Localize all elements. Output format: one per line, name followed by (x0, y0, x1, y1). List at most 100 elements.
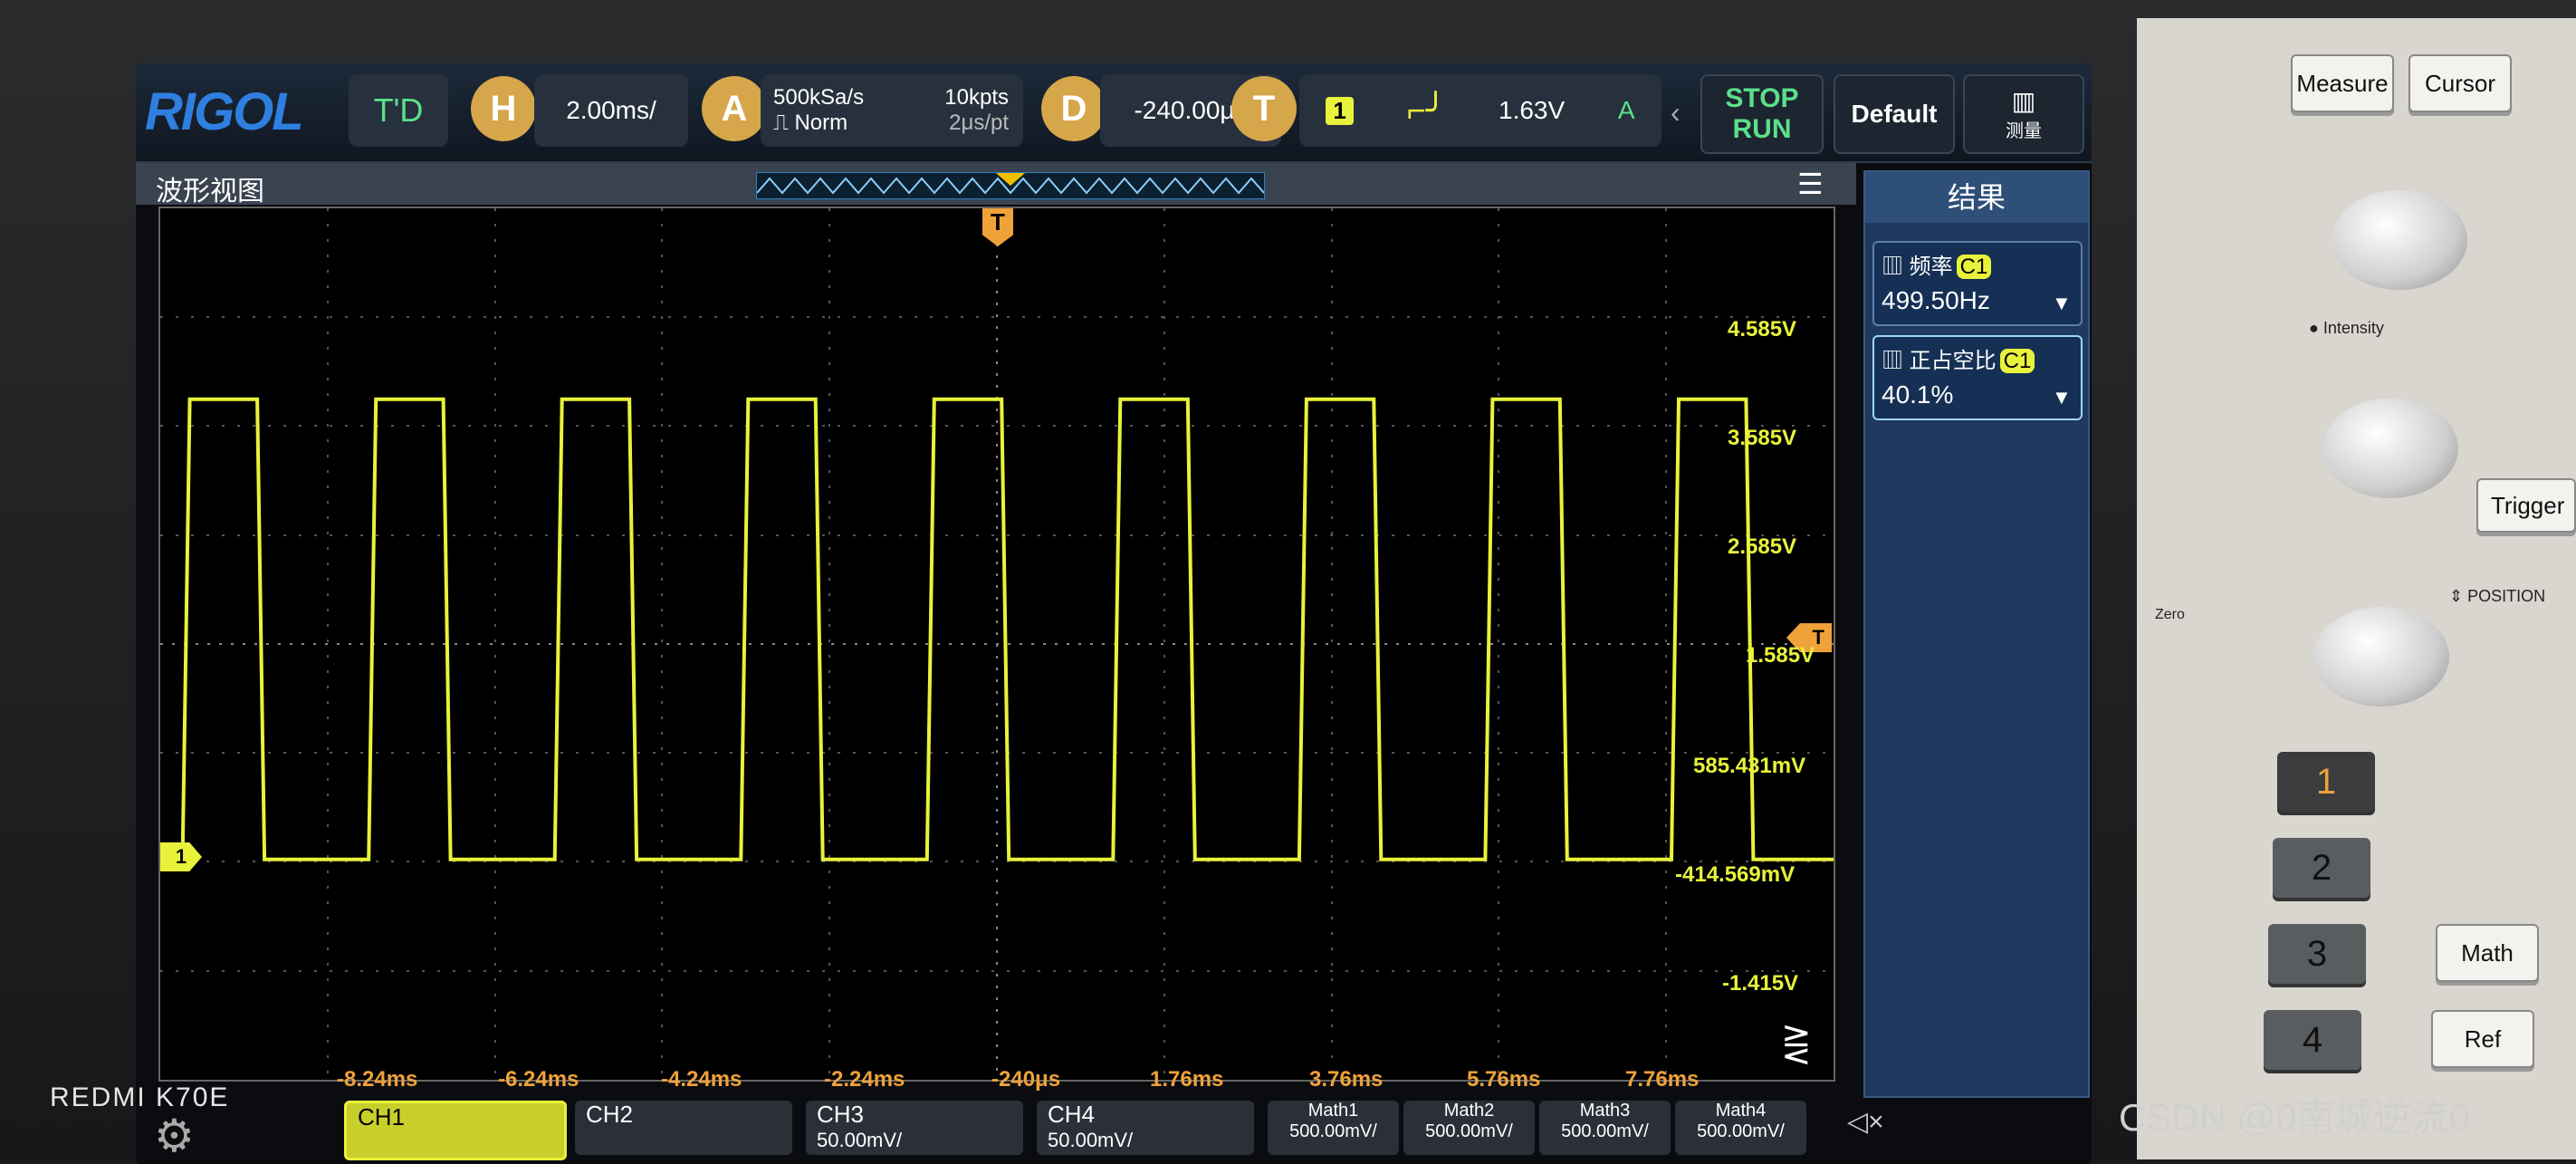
waveform-title-bar: 波形视图 ☰ (136, 163, 1856, 207)
menu-icon[interactable]: ☰ (1797, 167, 1824, 201)
run-label: RUN (1732, 114, 1792, 144)
result-duty-header: ▥ 正占空比 C1 (1882, 342, 2035, 374)
t-label: 5.76ms (1467, 1067, 1541, 1092)
memory-overview-wave (756, 173, 1265, 195)
zero-label: Zero (2155, 607, 2185, 622)
ch4-scale: 50.00mV/ (1048, 1129, 1134, 1151)
acquire-mode-label: Norm (794, 111, 848, 135)
result-frequency-channel: C1 (1956, 255, 1992, 279)
math3-scale: 500.00mV/ (1561, 1121, 1649, 1141)
ch3-label: CH3 (817, 1101, 865, 1128)
ch2-button[interactable]: 2 (2273, 838, 2370, 898)
trigger-source: 1 (1326, 96, 1354, 125)
acquire-icon[interactable]: A (702, 76, 767, 141)
position-label: ⇕ POSITION (2449, 587, 2546, 605)
mute-icon[interactable]: ◁× (1847, 1106, 1884, 1138)
csdn-watermark: CSDN @0南城逆流0 (2119, 1096, 2471, 1139)
math2-scale: 500.00mV/ (1425, 1121, 1513, 1141)
vertical-position-knob[interactable] (2313, 607, 2449, 707)
math2-tab[interactable]: Math2 500.00mV/ (1403, 1101, 1535, 1155)
ch4-button[interactable]: 4 (2264, 1010, 2361, 1070)
math4-tab[interactable]: Math4 500.00mV/ (1675, 1101, 1806, 1155)
oscilloscope-screen: RIGOL T'D H 2.00ms/ A 500kSa/s 10kpts ⎍ … (136, 63, 2092, 1164)
default-button[interactable]: Default (1834, 74, 1955, 154)
result-frequency[interactable]: ▥ 频率 C1 499.50Hz ▼ (1872, 241, 2083, 326)
rising-edge-icon: ⌐╯ (1406, 91, 1446, 129)
position-text: POSITION (2467, 587, 2546, 605)
gear-icon[interactable]: ⚙ (154, 1110, 195, 1162)
ch1-tab[interactable]: CH1 (344, 1101, 567, 1160)
trigger-level: 1.63V (1499, 96, 1566, 124)
stop-label: STOP (1725, 83, 1799, 113)
memory-depth: 10kpts (944, 85, 1009, 110)
t-label: 3.76ms (1309, 1067, 1384, 1092)
measure-panel-button[interactable]: Measure (2291, 54, 2394, 112)
multipurpose-knob-1[interactable] (2332, 190, 2467, 290)
chevron-down-icon[interactable]: ▼ (2052, 386, 2072, 409)
result-frequency-name: 频率 (1909, 255, 1953, 279)
graticule (160, 208, 1834, 1080)
ch4-tab[interactable]: CH4 50.00mV/ (1037, 1101, 1254, 1155)
ref-panel-button[interactable]: Ref (2431, 1010, 2534, 1068)
math1-label: Math1 (1307, 1101, 1359, 1121)
top-status-bar: RIGOL T'D H 2.00ms/ A 500kSa/s 10kpts ⎍ … (136, 63, 2092, 163)
results-panel: 结果 ▥ 频率 C1 499.50Hz ▼ ▥ 正占空比 C1 40.1% ▼ (1863, 170, 2090, 1098)
math4-scale: 500.00mV/ (1697, 1121, 1785, 1141)
expand-icon[interactable]: ⋛ (1781, 1024, 1812, 1065)
delay-value: -240.00μs (1134, 96, 1248, 124)
math1-tab[interactable]: Math1 500.00mV/ (1268, 1101, 1399, 1155)
result-frequency-value: 499.50Hz (1882, 286, 1990, 314)
t-label: -240μs (991, 1067, 1061, 1092)
chevron-left-icon[interactable]: ‹ (1671, 96, 1681, 130)
ch4-label: CH4 (1048, 1101, 1096, 1128)
math2-label: Math2 (1443, 1101, 1495, 1121)
acquire-readout[interactable]: 500kSa/s 10kpts ⎍ Norm 2μs/pt (761, 74, 1023, 147)
front-panel: Measure Cursor ● Intensity Trigger ⇕ POS… (2137, 18, 2576, 1159)
results-title: 结果 (1865, 172, 2088, 223)
memory-overview-bar[interactable] (756, 172, 1265, 199)
intensity-label: ● Intensity (2309, 319, 2384, 337)
math-panel-button[interactable]: Math (2436, 924, 2539, 982)
ch3-tab[interactable]: CH3 50.00mV/ (806, 1101, 1023, 1155)
ch1-button[interactable]: 1 (2277, 752, 2375, 812)
timebase-value: 2.00ms/ (566, 96, 656, 124)
t-label: -6.24ms (498, 1067, 579, 1092)
timebase-mode-badge[interactable]: T'D (349, 74, 448, 147)
t-label: -2.24ms (824, 1067, 905, 1092)
multipurpose-knob-2[interactable] (2322, 399, 2458, 498)
phone-watermark: REDMI K70E (50, 1082, 230, 1112)
ch3-button[interactable]: 3 (2268, 924, 2366, 984)
delay-icon[interactable]: D (1041, 76, 1106, 141)
math3-tab[interactable]: Math3 500.00mV/ (1539, 1101, 1671, 1155)
math1-scale: 500.00mV/ (1289, 1121, 1377, 1141)
result-duty-channel: C1 (1999, 349, 2035, 373)
time-per-point: 2μs/pt (949, 111, 1009, 135)
trigger-status: A (1617, 96, 1635, 124)
ch1-label: CH1 (358, 1103, 406, 1130)
channel-bar: ⚙ CH1 CH2 CH3 50.00mV/ CH4 50.00mV/ Math1 5… (136, 1101, 2092, 1164)
result-duty[interactable]: ▥ 正占空比 C1 40.1% ▼ (1872, 335, 2083, 420)
cursor-panel-button[interactable]: Cursor (2408, 54, 2512, 112)
trigger-panel-button[interactable]: Trigger (2476, 478, 2576, 533)
chevron-down-icon[interactable]: ▼ (2052, 292, 2072, 315)
sample-rate: 500kSa/s (773, 85, 865, 110)
brand-logo: RIGOL (145, 82, 304, 141)
measure-button[interactable]: ▥ 测量 (1963, 74, 2084, 154)
stop-run-button[interactable]: STOP RUN (1700, 74, 1824, 154)
ch3-scale: 50.00mV/ (817, 1129, 903, 1151)
trigger-readout[interactable]: 1 ⌐╯ 1.63V A (1299, 74, 1661, 147)
ch2-label: CH2 (586, 1101, 634, 1128)
t-label: -4.24ms (661, 1067, 742, 1092)
measure-label: 测量 (2006, 121, 2042, 141)
ch2-tab[interactable]: CH2 (575, 1101, 792, 1155)
timebase-readout[interactable]: 2.00ms/ (534, 74, 688, 147)
t-label: 7.76ms (1625, 1067, 1700, 1092)
ruler-icon: ▥ (2011, 87, 2036, 115)
horizontal-icon[interactable]: H (471, 76, 536, 141)
t-label: -8.24ms (337, 1067, 418, 1092)
result-duty-name: 正占空比 (1909, 349, 1997, 373)
acquire-mode: ⎍ Norm (773, 111, 848, 135)
math3-label: Math3 (1579, 1101, 1631, 1121)
waveform-grid: T 1 T ⋛ (158, 207, 1835, 1082)
trigger-icon[interactable]: T (1231, 76, 1297, 141)
